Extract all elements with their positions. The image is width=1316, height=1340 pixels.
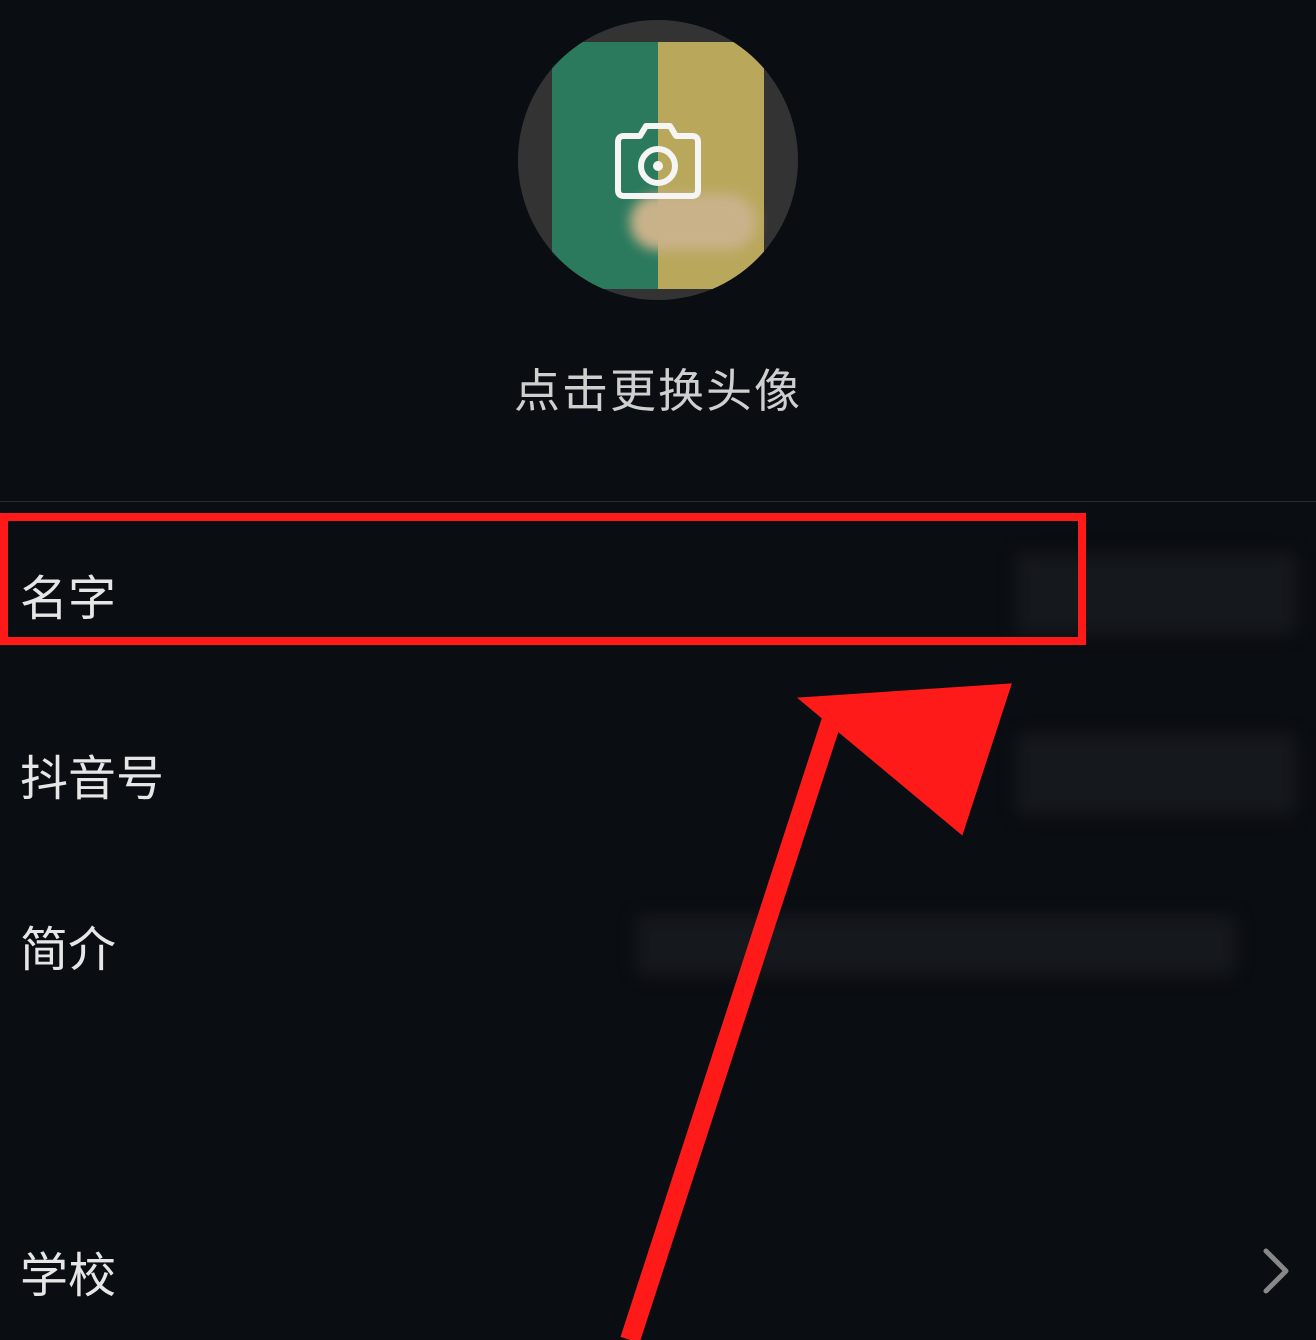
profile-form: 名字 抖音号 简介 学校	[0, 502, 1316, 1028]
row-intro-value	[636, 915, 1236, 975]
change-avatar-hint: 点击更换头像	[514, 355, 802, 421]
row-douyin-label: 抖音号	[20, 739, 164, 809]
row-name-label: 名字	[20, 559, 116, 629]
avatar-change-button[interactable]	[518, 20, 798, 300]
row-intro[interactable]: 简介	[0, 862, 1316, 1028]
row-school-label: 学校	[20, 1236, 116, 1306]
row-name[interactable]: 名字	[0, 502, 1316, 686]
chevron-right-icon	[1256, 1251, 1296, 1291]
row-intro-label: 简介	[20, 910, 116, 980]
row-douyin-value	[1016, 734, 1296, 814]
row-douyin-id[interactable]: 抖音号	[0, 686, 1316, 862]
camera-icon	[608, 120, 708, 200]
row-name-value	[1016, 554, 1296, 634]
row-school[interactable]: 学校	[0, 1226, 1316, 1316]
